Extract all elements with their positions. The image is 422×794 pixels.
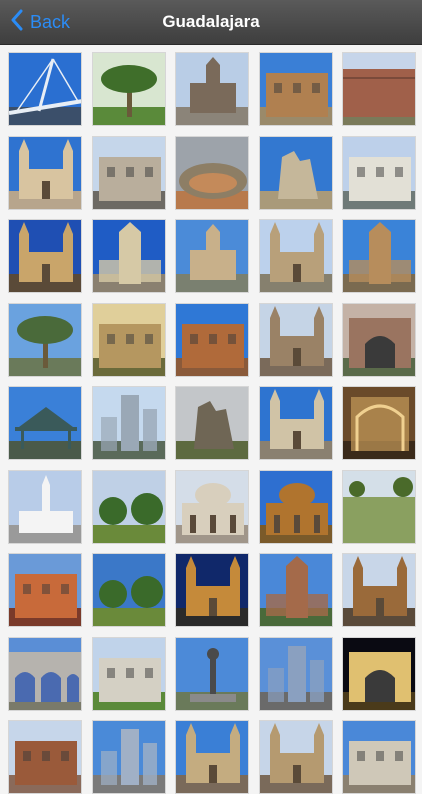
photo-image (343, 304, 415, 376)
photo-image (260, 638, 332, 710)
page-title: Guadalajara (162, 12, 260, 31)
photo-thumbnail[interactable] (8, 637, 82, 711)
photo-image (93, 137, 165, 209)
photo-thumbnail[interactable] (259, 303, 333, 377)
photo-thumbnail[interactable] (342, 637, 416, 711)
photo-thumbnail[interactable] (259, 553, 333, 627)
photo-thumbnail[interactable] (342, 219, 416, 293)
photo-thumbnail[interactable] (8, 553, 82, 627)
photo-thumbnail[interactable] (259, 470, 333, 544)
photo-image (343, 220, 415, 292)
photo-thumbnail[interactable] (175, 219, 249, 293)
photo-image (9, 137, 81, 209)
photo-image (176, 220, 248, 292)
photo-thumbnail[interactable] (342, 136, 416, 210)
photo-thumbnail[interactable] (92, 553, 166, 627)
photo-thumbnail[interactable] (259, 136, 333, 210)
photo-thumbnail[interactable] (8, 386, 82, 460)
photo-thumbnail[interactable] (175, 136, 249, 210)
photo-thumbnail[interactable] (259, 52, 333, 126)
photo-image (9, 638, 81, 710)
photo-image (260, 721, 332, 793)
photo-thumbnail[interactable] (92, 52, 166, 126)
photo-thumbnail[interactable] (342, 386, 416, 460)
photo-image (9, 554, 81, 626)
photo-thumbnail[interactable] (92, 303, 166, 377)
photo-thumbnail[interactable] (175, 303, 249, 377)
photo-thumbnail[interactable] (342, 470, 416, 544)
photo-image (176, 638, 248, 710)
photo-thumbnail[interactable] (175, 637, 249, 711)
photo-thumbnail[interactable] (92, 470, 166, 544)
photo-image (176, 304, 248, 376)
photo-image (93, 304, 165, 376)
photo-image (9, 220, 81, 292)
photo-image (9, 721, 81, 793)
photo-thumbnail[interactable] (8, 470, 82, 544)
photo-image (176, 137, 248, 209)
photo-image (260, 53, 332, 125)
photo-image (343, 638, 415, 710)
photo-image (260, 387, 332, 459)
photo-thumbnail[interactable] (92, 720, 166, 794)
photo-image (343, 721, 415, 793)
photo-image (9, 471, 81, 543)
photo-thumbnail[interactable] (8, 720, 82, 794)
photo-thumbnail[interactable] (175, 470, 249, 544)
photo-thumbnail[interactable] (259, 720, 333, 794)
photo-thumbnail[interactable] (175, 52, 249, 126)
photo-image (343, 554, 415, 626)
photo-thumbnail[interactable] (342, 553, 416, 627)
photo-thumbnail[interactable] (259, 386, 333, 460)
photo-image (260, 304, 332, 376)
photo-image (93, 554, 165, 626)
photo-thumbnail[interactable] (259, 637, 333, 711)
photo-image (93, 471, 165, 543)
photo-thumbnail[interactable] (8, 303, 82, 377)
photo-image (176, 53, 248, 125)
photo-image (343, 53, 415, 125)
photo-image (93, 387, 165, 459)
photo-thumbnail[interactable] (175, 720, 249, 794)
photo-thumbnail[interactable] (92, 136, 166, 210)
photo-image (176, 554, 248, 626)
photo-thumbnail[interactable] (92, 637, 166, 711)
photo-image (9, 387, 81, 459)
photo-image (93, 53, 165, 125)
photo-image (176, 471, 248, 543)
photo-image (260, 554, 332, 626)
photo-image (9, 304, 81, 376)
photo-image (176, 721, 248, 793)
photo-image (343, 471, 415, 543)
photo-thumbnail[interactable] (175, 386, 249, 460)
photo-thumbnail[interactable] (342, 720, 416, 794)
photo-thumbnail[interactable] (92, 386, 166, 460)
photo-image (260, 137, 332, 209)
photo-image (260, 220, 332, 292)
photo-thumbnail[interactable] (92, 219, 166, 293)
photo-image (176, 387, 248, 459)
photo-image (9, 53, 81, 125)
photo-image (343, 137, 415, 209)
photo-image (260, 471, 332, 543)
photo-thumbnail[interactable] (342, 303, 416, 377)
navigation-bar: Back Guadalajara (0, 0, 422, 45)
photo-thumbnail[interactable] (175, 553, 249, 627)
photo-image (93, 721, 165, 793)
photo-image (93, 220, 165, 292)
photo-image (343, 387, 415, 459)
photo-thumbnail[interactable] (259, 219, 333, 293)
photo-thumbnail[interactable] (342, 52, 416, 126)
photo-thumbnail[interactable] (8, 219, 82, 293)
photo-thumbnail[interactable] (8, 136, 82, 210)
photo-thumbnail[interactable] (8, 52, 82, 126)
photo-image (93, 638, 165, 710)
